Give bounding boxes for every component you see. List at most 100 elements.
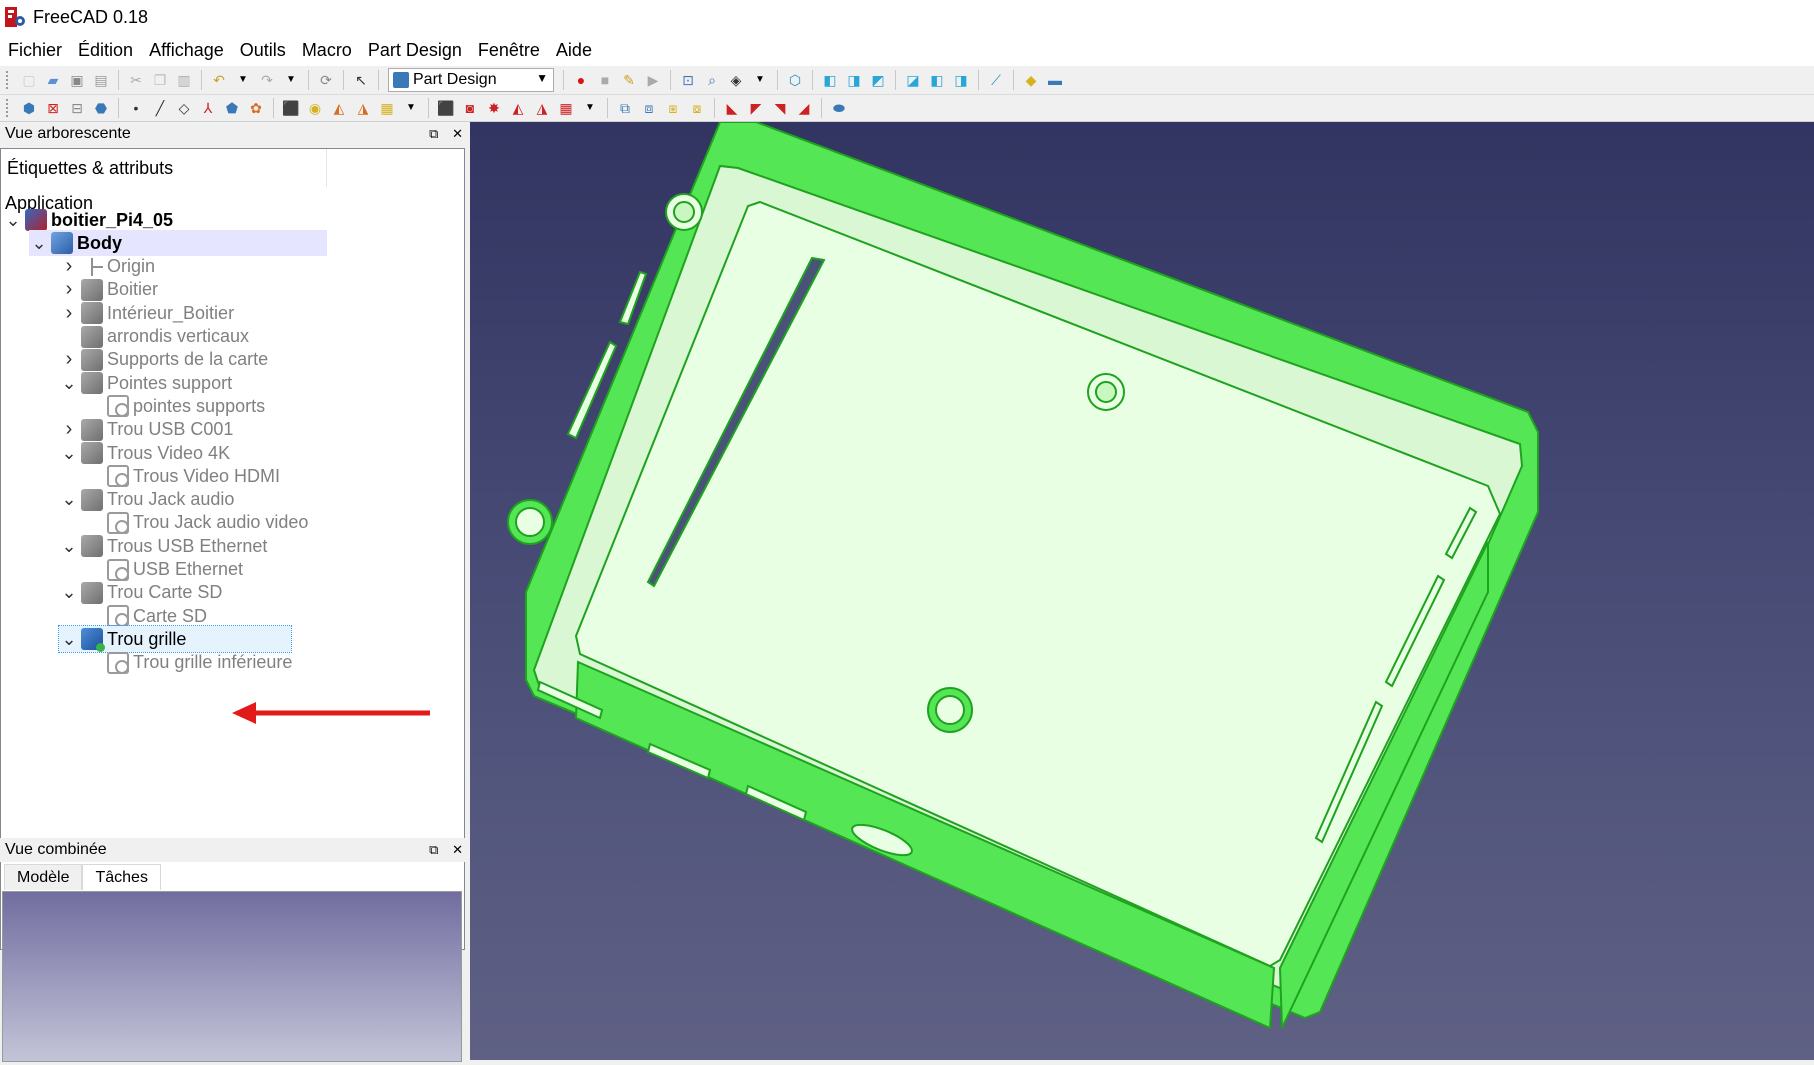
tree-item[interactable]: ⌄ boitier_Pi4_05: [3, 207, 173, 233]
mirrored-icon[interactable]: ⧉: [615, 98, 635, 118]
tree-item[interactable]: ⌄ Trou Jack audio: [59, 487, 234, 513]
thickness-icon[interactable]: ◢: [794, 98, 814, 118]
sub-shape-binder-icon[interactable]: ⬟: [222, 98, 242, 118]
undock-icon[interactable]: ⧉: [429, 126, 438, 141]
tree-item[interactable]: › Boitier: [59, 277, 158, 303]
tree-item[interactable]: › Trou USB C001: [59, 417, 233, 443]
multi-transform-icon[interactable]: ⧇: [687, 98, 707, 118]
tree-item[interactable]: ⌄ Pointes support: [59, 370, 232, 396]
right-view-icon[interactable]: ◩: [868, 70, 888, 90]
clone-icon[interactable]: ✿: [246, 98, 266, 118]
tree-item[interactable]: ⌄ Trous USB Ethernet: [59, 533, 267, 559]
create-sketch-icon[interactable]: ⊠: [43, 98, 63, 118]
chevron-right-icon[interactable]: ›: [59, 302, 79, 325]
additive-dropdown-icon[interactable]: ▼: [401, 98, 421, 118]
undo-icon[interactable]: ↶: [209, 70, 229, 90]
cut-icon[interactable]: ✂: [126, 70, 146, 90]
polar-pattern-icon[interactable]: ⧆: [663, 98, 683, 118]
chevron-down-icon[interactable]: ⌄: [59, 582, 79, 603]
subtractive-dropdown-icon[interactable]: ▼: [580, 98, 600, 118]
fillet-icon[interactable]: ◣: [722, 98, 742, 118]
chevron-down-icon[interactable]: ⌄: [59, 629, 79, 650]
record-macro-icon[interactable]: ●: [571, 70, 591, 90]
boolean-icon[interactable]: ⬬: [829, 98, 849, 118]
linear-pattern-icon[interactable]: ⧈: [639, 98, 659, 118]
close-icon[interactable]: ✕: [452, 126, 463, 141]
draft-icon[interactable]: ◥: [770, 98, 790, 118]
chamfer-icon[interactable]: ◤: [746, 98, 766, 118]
tree-view[interactable]: Étiquettes & attributs Application ⌄ boit…: [0, 148, 465, 950]
subtractive-pipe-icon[interactable]: ◮: [532, 98, 552, 118]
tree-item[interactable]: Trou Jack audio video: [85, 510, 308, 536]
whats-this-icon[interactable]: ↖: [351, 70, 371, 90]
fit-selection-icon[interactable]: ⌕: [702, 70, 722, 90]
chevron-down-icon[interactable]: ⌄: [59, 443, 79, 464]
additive-loft-icon[interactable]: ◭: [329, 98, 349, 118]
workbench-selector[interactable]: Part Design ▼: [388, 68, 554, 92]
additive-primitive-icon[interactable]: ▦: [377, 98, 397, 118]
toolbar-grip[interactable]: [6, 99, 11, 117]
menu-macro[interactable]: Macro: [294, 34, 360, 66]
draw-style-dropdown-icon[interactable]: ▼: [750, 70, 770, 90]
create-part-icon[interactable]: ◆: [1021, 70, 1041, 90]
undock-icon[interactable]: ⧉: [429, 842, 438, 857]
tab-taches[interactable]: Tâches: [82, 864, 161, 890]
tree-item[interactable]: ⌄ Trou grille: [58, 625, 292, 654]
chevron-down-icon[interactable]: ⌄: [3, 210, 23, 231]
datum-point-icon[interactable]: •: [126, 98, 146, 118]
groove-icon[interactable]: ✸: [484, 98, 504, 118]
menu-edition[interactable]: Édition: [70, 34, 141, 66]
chevron-down-icon[interactable]: ⌄: [29, 233, 49, 254]
open-folder-icon[interactable]: ▰: [43, 70, 63, 90]
tree-item[interactable]: ⌄ Body: [29, 230, 327, 257]
bottom-view-icon[interactable]: ◧: [927, 70, 947, 90]
chevron-down-icon[interactable]: ⌄: [59, 536, 79, 557]
pad-icon[interactable]: ⬛: [281, 98, 301, 118]
edit-macro-icon[interactable]: ✎: [619, 70, 639, 90]
chevron-right-icon[interactable]: ›: [59, 255, 79, 278]
tree-item[interactable]: Carte SD: [85, 603, 207, 629]
tree-item[interactable]: Trou grille inférieure: [85, 650, 292, 676]
tree-item[interactable]: ⌄ Trou Carte SD: [59, 580, 222, 606]
shape-binder-icon[interactable]: ⬣: [91, 98, 111, 118]
front-view-icon[interactable]: ◧: [820, 70, 840, 90]
tree-item[interactable]: › Supports de la carte: [59, 347, 268, 373]
paste-icon[interactable]: ▥: [174, 70, 194, 90]
stop-macro-icon[interactable]: ■: [595, 70, 615, 90]
tree-item[interactable]: arrondis verticaux: [59, 324, 249, 350]
revolution-icon[interactable]: ◉: [305, 98, 325, 118]
redo-icon[interactable]: ↷: [257, 70, 277, 90]
run-macro-icon[interactable]: ▶: [643, 70, 663, 90]
menu-aide[interactable]: Aide: [548, 34, 600, 66]
hole-icon[interactable]: ◙: [460, 98, 480, 118]
subtractive-primitive-icon[interactable]: ▦: [556, 98, 576, 118]
toolbar-grip[interactable]: [6, 71, 11, 89]
tree-item[interactable]: Trous Video HDMI: [85, 463, 280, 489]
refresh-icon[interactable]: ⟳: [316, 70, 336, 90]
redo-dropdown-icon[interactable]: ▼: [281, 70, 301, 90]
menu-part-design[interactable]: Part Design: [360, 34, 470, 66]
tree-item[interactable]: › Origin: [59, 254, 155, 280]
additive-pipe-icon[interactable]: ◮: [353, 98, 373, 118]
tab-modele[interactable]: Modèle: [4, 864, 83, 890]
menu-fenetre[interactable]: Fenêtre: [470, 34, 548, 66]
chevron-down-icon[interactable]: ⌄: [59, 489, 79, 510]
3d-viewport[interactable]: [470, 121, 1814, 1060]
subtractive-loft-icon[interactable]: ◭: [508, 98, 528, 118]
chevron-right-icon[interactable]: ›: [59, 278, 79, 301]
close-icon[interactable]: ✕: [452, 842, 463, 857]
menu-outils[interactable]: Outils: [232, 34, 294, 66]
draw-style-icon[interactable]: ◈: [726, 70, 746, 90]
undo-dropdown-icon[interactable]: ▼: [233, 70, 253, 90]
fit-all-icon[interactable]: ⊡: [678, 70, 698, 90]
rear-view-icon[interactable]: ◪: [903, 70, 923, 90]
top-view-icon[interactable]: ◨: [844, 70, 864, 90]
tree-item[interactable]: pointes supports: [85, 393, 265, 419]
menu-fichier[interactable]: Fichier: [0, 34, 70, 66]
chevron-right-icon[interactable]: ›: [59, 348, 79, 371]
datum-plane-icon[interactable]: ◇: [174, 98, 194, 118]
tree-item[interactable]: ⌄ Trous Video 4K: [59, 440, 230, 466]
create-body-icon[interactable]: ⬢: [19, 98, 39, 118]
create-group-icon[interactable]: ▬: [1045, 70, 1065, 90]
new-document-icon[interactable]: ▢: [19, 70, 39, 90]
